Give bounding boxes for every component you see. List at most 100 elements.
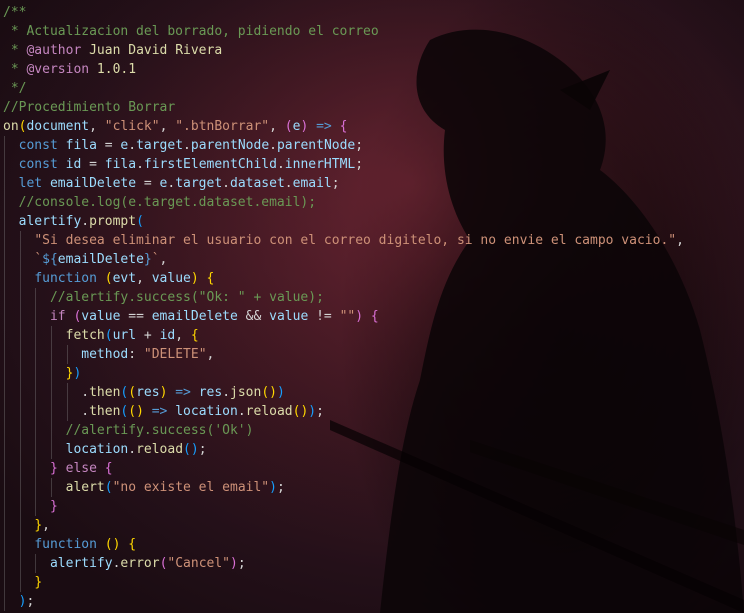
code-line[interactable]: }): [3, 364, 744, 383]
code-line[interactable]: alertify.error("Cancel");: [3, 554, 744, 573]
indent-guide: [19, 573, 21, 592]
code-line[interactable]: //console.log(e.target.dataset.email);: [3, 193, 744, 212]
code-token: ): [269, 480, 277, 495]
code-token: {: [370, 309, 379, 324]
code-area[interactable]: /** * Actualizacion del borrado, pidiend…: [3, 3, 744, 611]
code-token: .: [81, 385, 90, 400]
code-token: ,: [136, 271, 152, 286]
code-line[interactable]: );: [3, 592, 744, 611]
indent-guide: [50, 364, 52, 383]
code-line[interactable]: location.reload();: [3, 440, 744, 459]
code-token: value: [81, 309, 121, 324]
code-token: ,: [159, 252, 168, 267]
code-line[interactable]: /**: [3, 3, 744, 22]
code-token: ,: [159, 119, 176, 134]
code-token: ): [73, 366, 82, 381]
code-line[interactable]: * @version 1.0.1: [3, 60, 744, 79]
indent-guide: [19, 345, 21, 364]
code-line[interactable]: } else {: [3, 459, 744, 478]
indent-guide: [4, 383, 5, 402]
code-line[interactable]: `${emailDelete}`,: [3, 250, 744, 269]
indent-guide: [50, 440, 52, 459]
code-token: ,: [42, 518, 50, 533]
indent-guide: [19, 516, 21, 535]
code-token: alertify: [18, 214, 82, 229]
indent-guide: [19, 383, 21, 402]
code-token: ): [230, 556, 238, 571]
code-line[interactable]: if (value == emailDelete && value != "")…: [3, 307, 744, 326]
code-token: prompt: [89, 214, 137, 229]
indent-guide: [4, 136, 5, 155]
code-token: (: [104, 480, 113, 495]
code-line[interactable]: function (evt, value) {: [3, 269, 744, 288]
code-line[interactable]: fetch(url + id, {: [3, 326, 744, 345]
code-token: (): [183, 442, 199, 457]
indent-guide: [19, 250, 21, 269]
indent-guide: [19, 288, 21, 307]
code-line[interactable]: method: "DELETE",: [3, 345, 744, 364]
code-token: id: [65, 157, 82, 172]
code-line[interactable]: function () {: [3, 535, 744, 554]
code-line[interactable]: },: [3, 516, 744, 535]
code-token: {: [128, 537, 137, 552]
indent-guide: [35, 554, 37, 573]
code-token: .: [183, 138, 191, 153]
code-token: (): [128, 404, 144, 419]
code-token: *: [3, 43, 27, 58]
code-line[interactable]: const fila = e.target.parentNode.parentN…: [3, 136, 744, 155]
code-line[interactable]: alertify.prompt(: [3, 212, 744, 231]
code-token: (): [104, 537, 121, 552]
code-line[interactable]: .then(() => location.reload());: [3, 402, 744, 421]
code-token: emailDelete: [49, 176, 137, 191]
indent-guide: [4, 535, 5, 554]
code-token: then: [89, 385, 121, 400]
code-line[interactable]: let emailDelete = e.target.dataset.email…: [3, 174, 744, 193]
code-token: emailDelete: [151, 309, 238, 324]
code-token: +: [136, 328, 160, 343]
indent-guide: [66, 383, 68, 402]
code-line[interactable]: //alertify.success('Ok'): [3, 421, 744, 440]
code-line[interactable]: "Si desea eliminar el usuario con el cor…: [3, 231, 744, 250]
code-token: json: [230, 385, 262, 400]
code-token: fetch: [65, 328, 105, 343]
code-token: //console.log(e.target.dataset.email);: [18, 195, 317, 210]
indent-guide: [4, 364, 5, 383]
code-token: =: [81, 157, 105, 172]
code-token: ): [355, 309, 364, 324]
code-line[interactable]: .then((res) => res.json()): [3, 383, 744, 402]
code-token: else: [65, 461, 97, 476]
code-token: const: [18, 138, 58, 153]
code-line[interactable]: alert("no existe el email");: [3, 478, 744, 497]
code-line[interactable]: //alertify.success("Ok: " + value);: [3, 288, 744, 307]
code-line[interactable]: * @author Juan David Rivera: [3, 41, 744, 60]
code-token: @version: [26, 62, 90, 77]
code-token: .: [222, 385, 231, 400]
code-token: emailDelete: [57, 252, 144, 267]
code-token: .: [269, 138, 277, 153]
indent-guide: [35, 364, 37, 383]
code-line[interactable]: on(document, "click", ".btnBorrar", (e) …: [3, 117, 744, 136]
code-line[interactable]: //Procedimiento Borrar: [3, 98, 744, 117]
code-line[interactable]: }: [3, 497, 744, 516]
code-editor[interactable]: /** * Actualizacion del borrado, pidiend…: [0, 0, 744, 613]
code-line[interactable]: * Actualizacion del borrado, pidiendo el…: [3, 22, 744, 41]
indent-guide: [50, 478, 52, 497]
code-token: "Si desea eliminar el usuario con el cor…: [34, 233, 677, 248]
code-token: "DELETE": [143, 347, 207, 362]
indent-guide: [19, 478, 21, 497]
code-line[interactable]: const id = fila.firstElementChild.innerH…: [3, 155, 744, 174]
indent-guide: [35, 326, 37, 345]
code-line[interactable]: */: [3, 79, 744, 98]
code-line[interactable]: }: [3, 573, 744, 592]
